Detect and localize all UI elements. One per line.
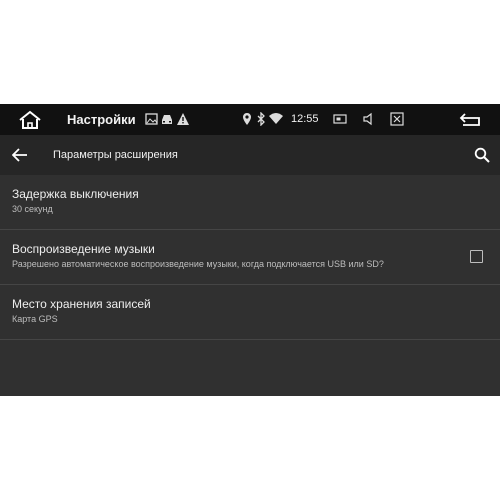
page-title: Параметры расширения bbox=[53, 149, 178, 161]
close-window-icon[interactable] bbox=[390, 112, 404, 126]
setting-title: Воспроизведение музыки bbox=[12, 242, 155, 256]
status-bar: Настройки 12:55 bbox=[0, 104, 500, 135]
setting-shutdown-delay[interactable]: Задержка выключения 30 секунд bbox=[0, 175, 500, 230]
status-title: Настройки bbox=[67, 112, 136, 127]
home-icon[interactable] bbox=[18, 110, 42, 130]
back-icon[interactable] bbox=[459, 112, 483, 128]
volume-icon[interactable] bbox=[362, 112, 376, 126]
setting-title: Задержка выключения bbox=[12, 187, 139, 201]
image-icon bbox=[145, 113, 158, 125]
music-autoplay-checkbox[interactable] bbox=[470, 250, 483, 263]
settings-list: Задержка выключения 30 секунд Воспроизве… bbox=[0, 175, 500, 340]
bluetooth-icon bbox=[257, 112, 265, 126]
screen-icon[interactable] bbox=[333, 112, 347, 126]
status-clock: 12:55 bbox=[291, 113, 319, 125]
wifi-icon bbox=[269, 113, 283, 124]
setting-subtitle: Карта GPS bbox=[12, 314, 58, 324]
setting-records-storage[interactable]: Место хранения записей Карта GPS bbox=[0, 285, 500, 340]
arrow-left-icon[interactable] bbox=[12, 148, 28, 162]
search-icon[interactable] bbox=[474, 147, 490, 163]
setting-subtitle: 30 секунд bbox=[12, 204, 53, 214]
app-bar: Параметры расширения bbox=[0, 135, 500, 175]
setting-title: Место хранения записей bbox=[12, 297, 151, 311]
location-icon bbox=[243, 113, 251, 125]
setting-music-playback[interactable]: Воспроизведение музыки Разрешено автомат… bbox=[0, 230, 500, 285]
warning-icon bbox=[177, 113, 189, 125]
settings-screen: Настройки 12:55 Параметры расширения Зад… bbox=[0, 104, 500, 396]
car-icon bbox=[162, 115, 172, 124]
setting-subtitle: Разрешено автоматическое воспроизведение… bbox=[12, 259, 384, 269]
